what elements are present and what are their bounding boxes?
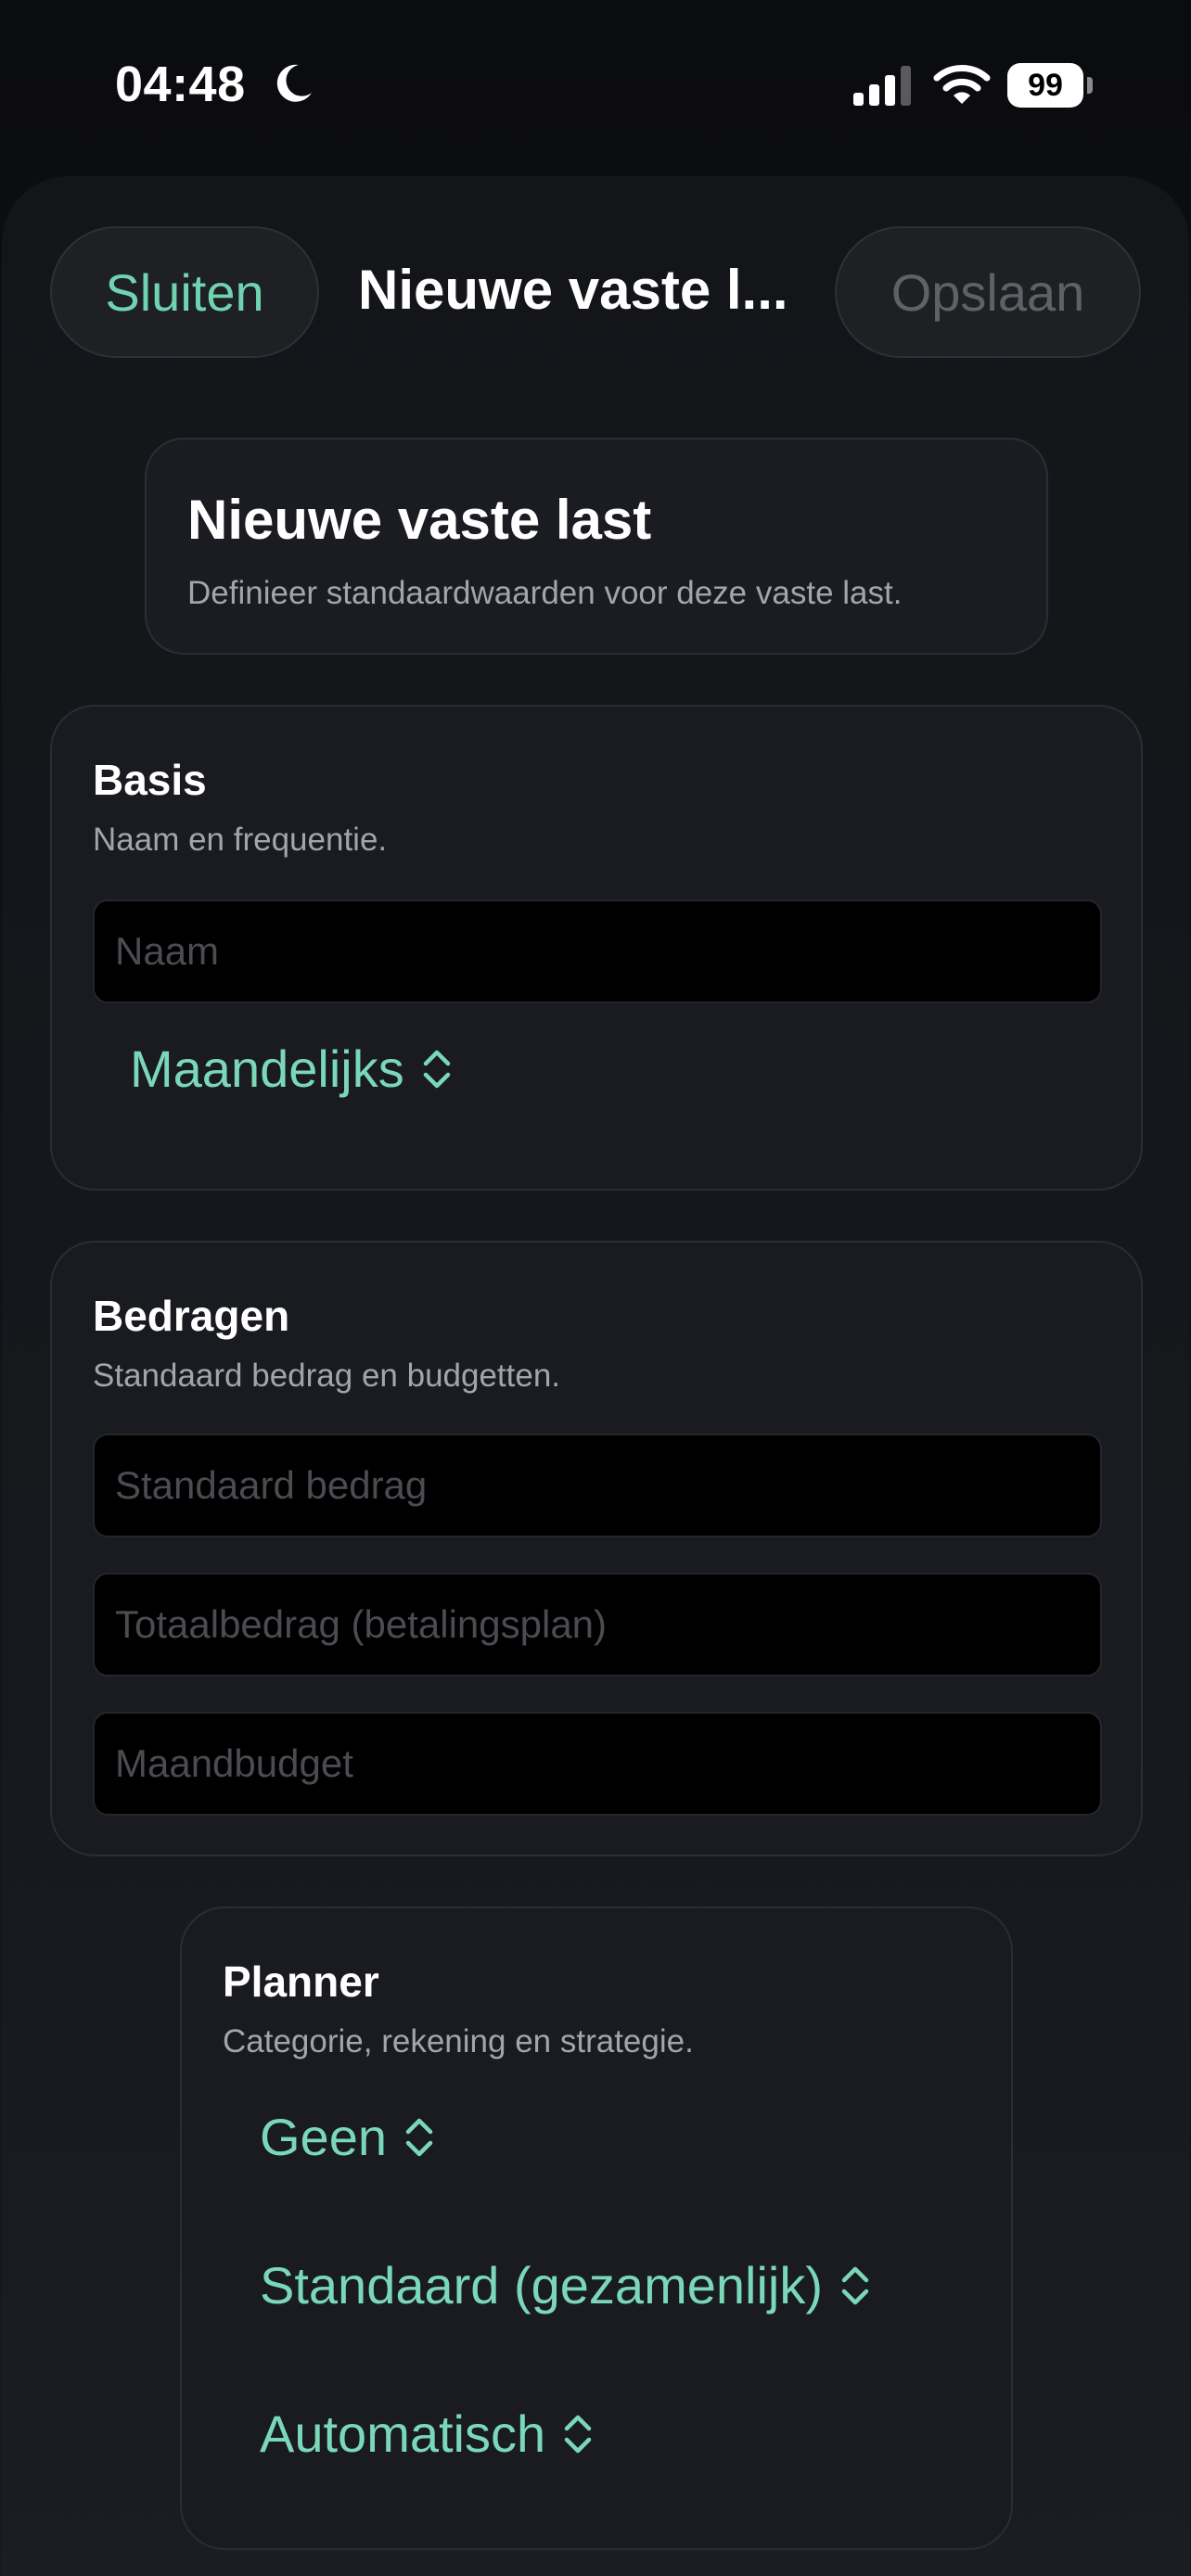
name-input[interactable] <box>93 899 1102 1003</box>
strategy-value: Automatisch <box>260 2404 546 2463</box>
basis-subtitle: Naam en frequentie. <box>93 822 388 858</box>
battery-level: 99 <box>1007 63 1083 108</box>
frequency-picker[interactable]: Maandelijks <box>130 1039 453 1099</box>
screen: 04:48 99 Sluiten Nieuwe vaste l... Opsla… <box>0 0 1191 2576</box>
basis-card: Basis Naam en frequentie. Maandelijks <box>50 705 1143 1191</box>
account-picker[interactable]: Standaard (gezamenlijk) <box>260 2255 871 2315</box>
battery-icon: 99 <box>1007 63 1093 108</box>
planner-title: Planner <box>223 1958 379 2006</box>
amounts-title: Bedragen <box>93 1292 290 1340</box>
cellular-signal-icon <box>853 66 911 106</box>
intro-subtitle: Definieer standaardwaarden voor deze vas… <box>187 575 903 611</box>
account-value: Standaard (gezamenlijk) <box>260 2256 823 2315</box>
chevron-up-down-icon <box>405 2118 433 2156</box>
wifi-icon <box>933 65 991 104</box>
basis-title: Basis <box>93 756 207 804</box>
battery-tip <box>1087 77 1093 94</box>
category-value: Geen <box>260 2108 387 2166</box>
save-button[interactable]: Opslaan <box>835 226 1141 358</box>
intro-title: Nieuwe vaste last <box>187 489 652 551</box>
category-picker[interactable]: Geen <box>260 2107 435 2167</box>
chevron-up-down-icon <box>423 1050 450 1088</box>
amounts-card: Bedragen Standaard bedrag en budgetten. <box>50 1241 1143 1856</box>
planner-subtitle: Categorie, rekening en strategie. <box>223 2023 694 2060</box>
close-button[interactable]: Sluiten <box>50 226 319 358</box>
intro-card: Nieuwe vaste last Definieer standaardwaa… <box>145 438 1048 655</box>
status-time: 04:48 <box>115 57 246 112</box>
chevron-up-down-icon <box>841 2266 869 2304</box>
nav-title: Nieuwe vaste l... <box>358 259 788 321</box>
status-bar: 04:48 99 <box>0 0 1191 167</box>
moon-icon <box>276 64 312 102</box>
monthly-budget-input[interactable] <box>93 1712 1102 1816</box>
standard-amount-input[interactable] <box>93 1434 1102 1537</box>
amounts-subtitle: Standaard bedrag en budgetten. <box>93 1358 561 1394</box>
planner-card: Planner Categorie, rekening en strategie… <box>180 1906 1013 2550</box>
strategy-picker[interactable]: Automatisch <box>260 2404 594 2464</box>
chevron-up-down-icon <box>564 2415 592 2453</box>
frequency-value: Maandelijks <box>130 1039 404 1098</box>
total-amount-input[interactable] <box>93 1573 1102 1677</box>
